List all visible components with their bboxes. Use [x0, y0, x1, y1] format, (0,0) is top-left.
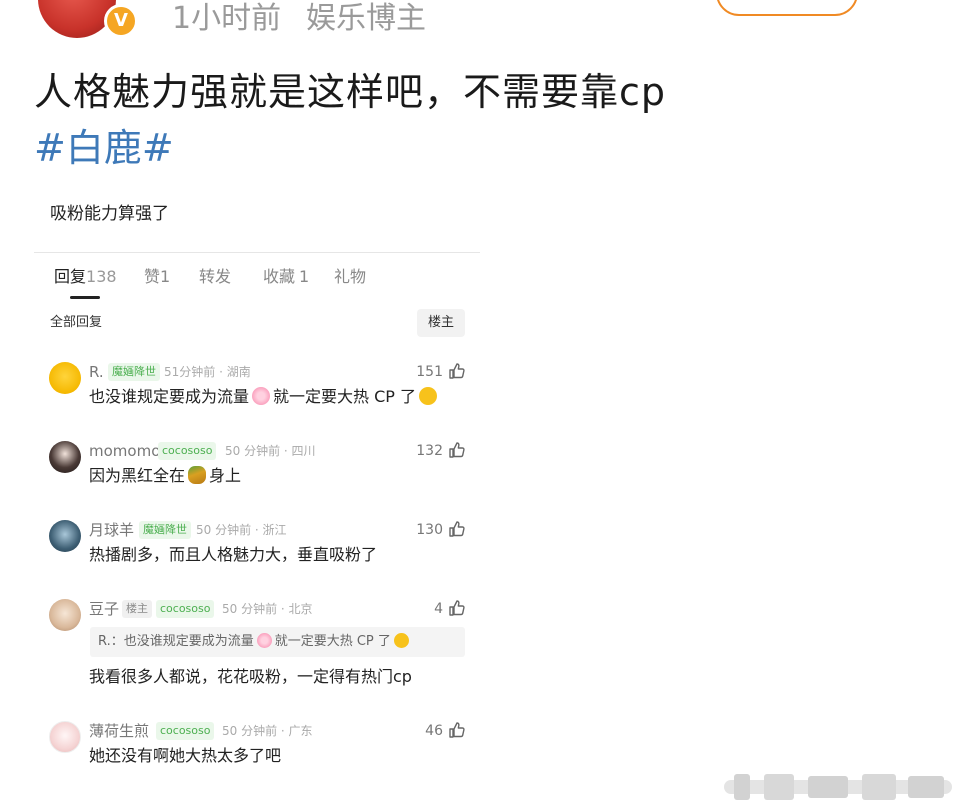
comment-text: 我看很多人都说，花花吸粉，一定得有热门cp: [89, 667, 412, 686]
comment-text: 热播剧多，而且人格魅力大，垂直吸粉了: [89, 545, 378, 564]
filter-op-button[interactable]: 楼主: [417, 309, 465, 337]
screenshot-post-title: 吸粉能力算强了: [50, 204, 169, 224]
comment-time-location: 50 分钟前 · 北京: [222, 602, 313, 616]
commenter-name[interactable]: R.: [89, 362, 104, 382]
fan-badge: cocososo: [156, 600, 215, 618]
comment-time-location: 50 分钟前 · 四川: [225, 444, 316, 458]
quoted-reply-text: R.：也没谁规定要成为流量 就一定要大热 CP 了: [98, 632, 409, 652]
fan-badge: 魔婳降世: [139, 521, 191, 539]
commenter-name[interactable]: momomo: [89, 441, 160, 461]
tab-replies[interactable]: 回复138: [54, 265, 117, 289]
like-count: 4: [434, 601, 443, 617]
thumbs-up-icon[interactable]: [448, 599, 466, 617]
post-time: 1小时前: [172, 1, 282, 36]
commenter-name[interactable]: 豆子: [89, 599, 119, 619]
tab-likes[interactable]: 赞1: [144, 265, 170, 289]
fan-badge: cocososo: [156, 722, 215, 740]
fan-badge: 魔婳降世: [108, 363, 160, 381]
pineapple-emoji-icon: [188, 466, 207, 484]
all-replies-heading: 全部回复: [50, 315, 103, 330]
like-count: 132: [416, 443, 443, 459]
commenter-avatar[interactable]: [49, 721, 81, 753]
comment-text: 也没谁规定要成为流量 就一定要大热 CP 了: [89, 386, 438, 408]
like-count: 130: [416, 522, 443, 538]
comment-time-location: 51分钟前 · 湖南: [164, 365, 251, 379]
commenter-name[interactable]: 薄荷生煎: [89, 721, 149, 741]
flower-emoji-icon: [256, 633, 272, 648]
follow-button[interactable]: [716, 0, 858, 16]
commenter-avatar[interactable]: [49, 520, 81, 552]
commenter-avatar[interactable]: [49, 599, 81, 631]
divider: [34, 252, 480, 253]
like-count: 46: [425, 723, 443, 739]
op-badge: 楼主: [122, 600, 152, 618]
comment-text: 因为黑红全在 身上: [89, 466, 242, 485]
hashtag-link[interactable]: #白鹿#: [34, 124, 174, 172]
verified-badge-icon: V: [104, 4, 138, 38]
thumbs-up-icon[interactable]: [448, 362, 466, 380]
comment-text: 她还没有啊她大热太多了吧: [89, 746, 282, 765]
commenter-avatar[interactable]: [49, 441, 81, 473]
commenter-name[interactable]: 月球羊: [89, 520, 134, 540]
tab-favorites[interactable]: 收藏 1: [263, 265, 309, 289]
tab-gifts[interactable]: 礼物: [334, 265, 366, 289]
tab-reposts[interactable]: 转发: [199, 265, 231, 289]
post-text: 人格魅力强就是这样吧，不需要靠cp: [34, 70, 667, 114]
laughing-emoji-icon: [393, 633, 409, 648]
fan-badge: cocososo: [158, 442, 217, 460]
like-count: 151: [416, 364, 443, 380]
flower-emoji-icon: [252, 387, 271, 405]
commenter-avatar[interactable]: [49, 362, 81, 394]
thumbs-up-icon[interactable]: [448, 721, 466, 739]
comment-time-location: 50 分钟前 · 广东: [222, 724, 313, 738]
thumbs-up-icon[interactable]: [448, 441, 466, 459]
comment-time-location: 50 分钟前 · 浙江: [196, 523, 287, 537]
active-tab-indicator: [70, 296, 100, 299]
watermark-image: [724, 774, 952, 800]
user-category: 娱乐博主: [306, 1, 426, 36]
thumbs-up-icon[interactable]: [448, 520, 466, 538]
laughing-emoji-icon: [419, 387, 438, 405]
